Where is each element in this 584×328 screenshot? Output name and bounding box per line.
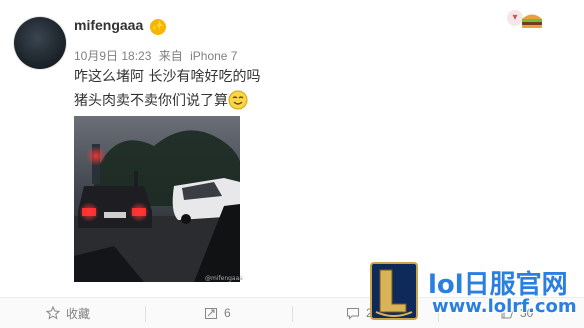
avatar[interactable]	[14, 17, 66, 69]
post-date[interactable]: 10月9日 18:23	[74, 49, 151, 63]
comment-icon	[347, 308, 359, 320]
repost-button[interactable]: 6	[204, 298, 231, 328]
vip-badge-icon: ✨	[150, 19, 166, 35]
watermark-url: www.lolrf.com	[432, 296, 577, 317]
post-source-prefix: 来自	[158, 49, 183, 63]
post-meta: 10月9日 18:23 来自 iPhone 7	[74, 47, 241, 64]
repost-icon	[205, 308, 217, 319]
footer-divider	[292, 306, 293, 322]
photo-watermark: @mifengaaa	[205, 275, 243, 282]
favorite-label: 收藏	[66, 306, 91, 321]
post-source-device[interactable]: iPhone 7	[190, 49, 237, 63]
lol-logo-icon	[370, 262, 418, 320]
smiley-face-icon	[228, 90, 248, 110]
username[interactable]: mifengaaa	[74, 17, 143, 33]
traffic-photo-image	[74, 116, 240, 282]
favorite-button[interactable]: 收藏	[46, 298, 90, 328]
star-icon	[46, 306, 60, 320]
repost-count: 6	[224, 306, 231, 320]
burger-icon	[522, 14, 542, 28]
post-text-line-2: 猪头肉卖不卖你们说了算	[74, 93, 228, 109]
post-photo[interactable]	[74, 116, 240, 282]
post-text-line-1: 咋这么堵阿 长沙有啥好吃的吗	[74, 69, 261, 85]
footer-divider	[145, 306, 146, 322]
